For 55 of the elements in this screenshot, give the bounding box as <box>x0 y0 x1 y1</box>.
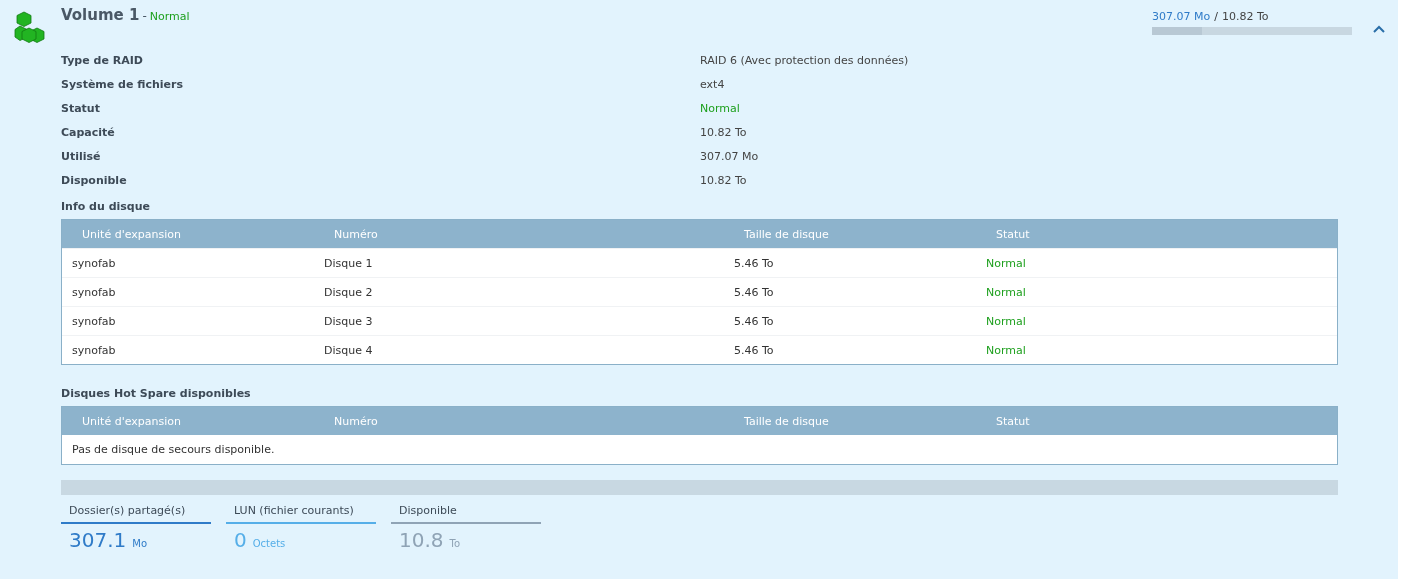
table-cell: synofab <box>62 248 322 277</box>
column-header: Numéro <box>322 407 732 435</box>
empty-message: Pas de disque de secours disponible. <box>71 442 276 458</box>
table-cell: Disque 3 <box>322 306 732 335</box>
table-cell: Normal <box>984 248 1337 277</box>
legend-value: 10.8 <box>399 528 444 552</box>
detail-value: 10.82 To <box>700 126 748 141</box>
volume-title: Volume 1 <box>61 6 140 24</box>
table-cell: synofab <box>62 277 322 306</box>
table-cell: Normal <box>984 306 1337 335</box>
detail-value: RAID 6 (Avec protection des données) <box>700 54 910 69</box>
total-space: 10.82 To <box>1221 10 1269 23</box>
legend-value: 307.1 <box>69 528 127 552</box>
detail-label: Système de fichiers <box>61 78 184 93</box>
legend-unit: To <box>449 538 461 549</box>
detail-value: 307.07 Mo <box>700 150 760 165</box>
table-cell: 5.46 To <box>732 306 984 335</box>
table-cell: synofab <box>62 306 322 335</box>
legend-unit: Mo <box>132 538 147 549</box>
detail-label: Capacité <box>61 126 116 141</box>
table-cell: Disque 1 <box>322 248 732 277</box>
legend-label: Dossier(s) partagé(s) <box>61 504 211 524</box>
detail-label: Disponible <box>61 174 128 189</box>
section-title: Info du disque <box>61 200 151 213</box>
legend-value: 0 <box>234 528 247 552</box>
separator: - <box>142 9 147 23</box>
detail-label: Utilisé <box>61 150 102 165</box>
table-cell: 5.46 To <box>732 248 984 277</box>
used-space: 307.07 Mo <box>1152 10 1211 23</box>
detail-value: ext4 <box>700 78 726 93</box>
legend-label: LUN (fichier courants) <box>226 504 376 524</box>
detail-label: Statut <box>61 102 101 117</box>
table-cell: 5.46 To <box>732 277 984 306</box>
table-cell: Disque 2 <box>322 277 732 306</box>
table-cell: synofab <box>62 335 322 364</box>
detail-value: 10.82 To <box>700 174 748 189</box>
slash: / <box>1214 10 1218 23</box>
volume-status: Normal <box>149 10 190 23</box>
section-title: Disques Hot Spare disponibles <box>61 387 252 400</box>
table-cell: Normal <box>984 335 1337 364</box>
column-header: Taille de disque <box>732 407 984 435</box>
column-header: Taille de disque <box>732 220 984 248</box>
column-header: Statut <box>984 220 1337 248</box>
column-header: Numéro <box>322 220 732 248</box>
column-header: Unité d'expansion <box>62 220 322 248</box>
table-cell: Disque 4 <box>322 335 732 364</box>
detail-value: Normal <box>700 102 741 117</box>
legend-label: Disponible <box>391 504 541 524</box>
column-header: Statut <box>984 407 1337 435</box>
detail-label: Type de RAID <box>61 54 144 69</box>
collapse-chevron-icon[interactable] <box>1372 24 1386 34</box>
column-header: Unité d'expansion <box>62 407 322 435</box>
table-cell: Normal <box>984 277 1337 306</box>
table-cell: 5.46 To <box>732 335 984 364</box>
legend-unit: Octets <box>252 538 286 549</box>
